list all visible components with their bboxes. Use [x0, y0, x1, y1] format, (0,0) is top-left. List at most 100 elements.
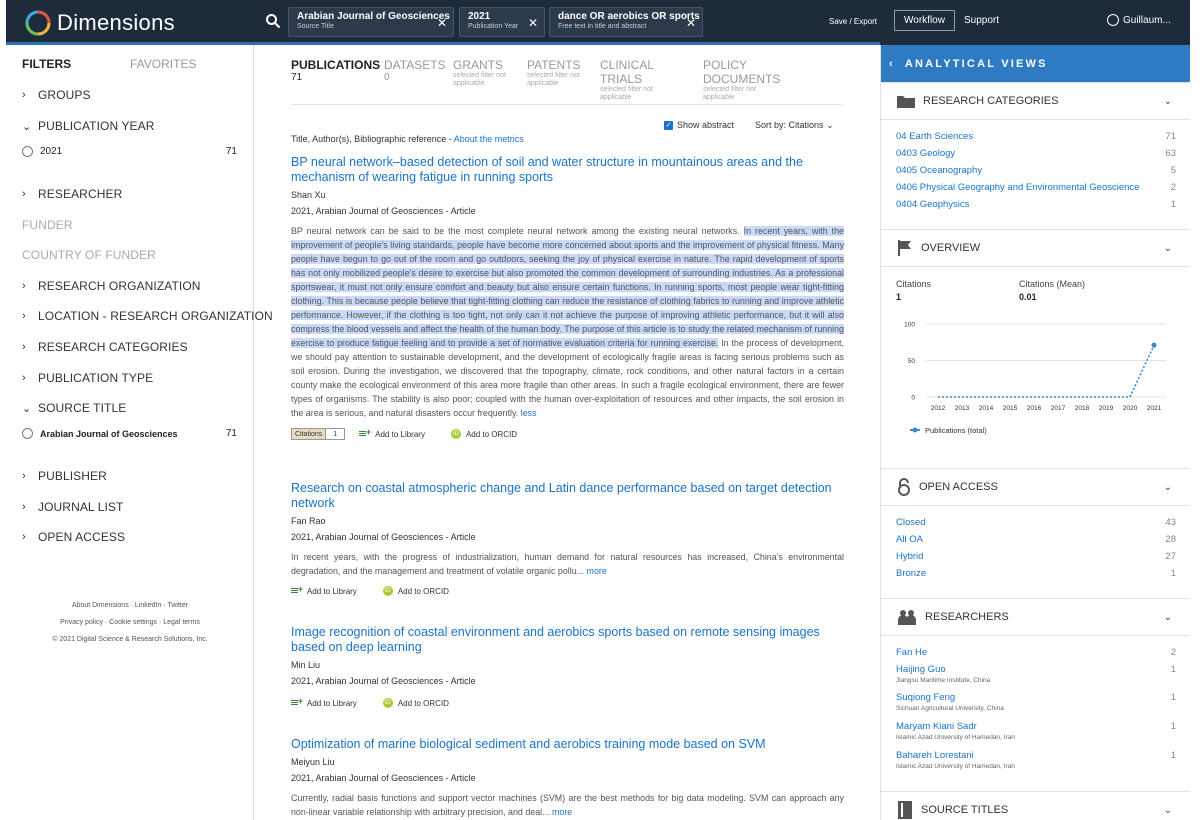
tab-favorites[interactable]: FAVORITES: [130, 57, 196, 71]
publication-author[interactable]: Min Liu: [291, 660, 844, 670]
publication-author[interactable]: Shan Xu: [291, 190, 844, 200]
chevron-right-icon: ›: [22, 188, 26, 200]
filter-group-research-categories[interactable]: › RESEARCH CATEGORIES: [22, 340, 188, 354]
open-access-row[interactable]: Bronze 1: [896, 568, 1176, 579]
dimensions-logo-icon: [25, 10, 51, 36]
researcher-row[interactable]: Haijing Guo Jiangsu Maritime Institute, C…: [896, 664, 1176, 684]
researcher-name[interactable]: Bahareh Lorestani: [896, 750, 974, 761]
publication-author[interactable]: Fan Rao: [291, 516, 844, 526]
open-access-row[interactable]: All OA 28: [896, 534, 1176, 545]
footer-line-about[interactable]: About Dimensions · LinkedIn · Twitter: [6, 597, 254, 614]
section-overview[interactable]: OVERVIEW ⌄: [881, 229, 1190, 267]
analytical-views-header[interactable]: ‹ ANALYTICAL VIEWS: [881, 45, 1190, 82]
filter-group-publisher[interactable]: › PUBLISHER: [22, 469, 107, 483]
workflow-button[interactable]: Workflow: [894, 10, 955, 31]
support-link[interactable]: Support: [964, 15, 999, 26]
researcher-count: 2: [1170, 647, 1176, 658]
add-to-library-button[interactable]: Add to Library: [359, 427, 425, 439]
close-icon[interactable]: ✕: [686, 16, 696, 30]
radio-button[interactable]: [22, 428, 33, 439]
citations-badge[interactable]: Citations 1: [291, 428, 346, 440]
close-icon[interactable]: ✕: [528, 16, 538, 30]
filter-group-location-research-organization[interactable]: › LOCATION - RESEARCH ORGANIZATION: [22, 309, 273, 323]
more-link[interactable]: more: [587, 566, 607, 576]
publication-author[interactable]: Meiyun Liu: [291, 757, 844, 767]
category-row[interactable]: 0406 Physical Geography and Environmenta…: [896, 182, 1176, 193]
category-row[interactable]: 0404 Geophysics 1: [896, 199, 1176, 210]
filter-group-researcher[interactable]: › RESEARCHER: [22, 187, 122, 201]
publication-title[interactable]: Image recognition of coastal environment…: [291, 625, 844, 655]
add-to-orcid-button[interactable]: iD Add to ORCID: [450, 429, 518, 439]
save-export-link[interactable]: Save / Export: [829, 17, 877, 26]
chevron-left-icon[interactable]: ‹: [889, 58, 895, 70]
add-to-library-button[interactable]: Add to Library: [291, 696, 357, 708]
filter-chip-source-title[interactable]: Arabian Journal of Geosciences Source Ti…: [288, 7, 454, 37]
tab-grants: GRANTS selected filter not applicable: [453, 58, 518, 88]
add-to-orcid-button[interactable]: iD Add to ORCID: [382, 586, 449, 596]
filter-chip-free-text[interactable]: dance OR aerobics OR sports Free text in…: [549, 7, 703, 37]
more-link[interactable]: more: [552, 807, 572, 817]
radio-button[interactable]: [22, 146, 33, 157]
filter-group-publication-type[interactable]: › PUBLICATION TYPE: [22, 371, 153, 385]
filter-option-2021[interactable]: 2021 71: [22, 146, 237, 157]
tab-datasets[interactable]: DATASETS 0: [384, 58, 446, 83]
category-name[interactable]: 04 Earth Sciences: [896, 131, 973, 142]
filter-option-arabian-journal[interactable]: Arabian Journal of Geosciences 71: [22, 428, 237, 439]
category-row[interactable]: 0405 Oceanography 5: [896, 165, 1176, 176]
user-menu[interactable]: Guillaum...: [1107, 14, 1171, 26]
filter-group-research-organization[interactable]: › RESEARCH ORGANIZATION: [22, 279, 201, 293]
show-abstract-toggle[interactable]: ✓ Show abstract: [664, 120, 734, 130]
researcher-row[interactable]: Bahareh Lorestani Islamic Azad University…: [896, 750, 1176, 770]
section-open-access[interactable]: OPEN ACCESS ⌄: [881, 468, 1190, 506]
open-access-type[interactable]: Bronze: [896, 568, 926, 579]
filter-group-publication-year[interactable]: ⌄ PUBLICATION YEAR: [22, 119, 155, 133]
category-name[interactable]: 0404 Geophysics: [896, 199, 969, 210]
open-access-row[interactable]: Hybrid 27: [896, 551, 1176, 562]
close-icon[interactable]: ✕: [437, 16, 447, 30]
less-link[interactable]: less: [521, 408, 537, 418]
sort-control[interactable]: Sort by: Citations ⌄: [755, 120, 834, 131]
section-source-titles[interactable]: SOURCE TITLES ⌄: [881, 791, 1190, 820]
about-metrics-link[interactable]: About the metrics: [454, 134, 524, 144]
sort-value[interactable]: Citations: [789, 120, 824, 130]
brand-name: Dimensions: [57, 10, 175, 35]
open-access-type[interactable]: Closed: [896, 517, 926, 528]
publication-title[interactable]: Optimization of marine biological sedime…: [291, 737, 844, 752]
add-orcid-label: Add to ORCID: [465, 429, 518, 439]
tabs-divider: [291, 104, 842, 105]
footer-line-legal[interactable]: Privacy policy · Cookie settings · Legal…: [6, 614, 254, 631]
open-access-row[interactable]: Closed 43: [896, 517, 1176, 528]
add-to-orcid-button[interactable]: iD Add to ORCID: [382, 698, 449, 708]
publication-title[interactable]: Research on coastal atmospheric change a…: [291, 481, 844, 511]
filter-group-open-access[interactable]: › OPEN ACCESS: [22, 530, 125, 544]
category-name[interactable]: 0406 Physical Geography and Environmenta…: [896, 182, 1139, 193]
user-name: Guillaum...: [1123, 14, 1171, 26]
filter-group-journal-list[interactable]: › JOURNAL LIST: [22, 500, 123, 514]
open-access-type[interactable]: All OA: [896, 534, 923, 545]
section-researchers[interactable]: RESEARCHERS ⌄: [881, 598, 1190, 636]
category-row[interactable]: 04 Earth Sciences 71: [896, 131, 1176, 142]
open-access-type[interactable]: Hybrid: [896, 551, 923, 562]
chart-x-tick-label: 2017: [1051, 405, 1066, 412]
filter-group-source-title[interactable]: ⌄ SOURCE TITLE: [22, 401, 126, 415]
checkbox-checked-icon[interactable]: ✓: [664, 120, 673, 130]
add-to-library-button[interactable]: Add to Library: [291, 584, 357, 596]
filter-chip-publication-year[interactable]: 2021 Publication Year ✕: [459, 7, 545, 37]
tab-filters[interactable]: FILTERS: [22, 57, 71, 71]
dimensions-logo[interactable]: Dimensions: [25, 10, 175, 36]
search-icon[interactable]: [265, 13, 281, 29]
category-name[interactable]: 0403 Geology: [896, 148, 955, 159]
researcher-row[interactable]: Fan He 2: [896, 647, 1176, 658]
researcher-row[interactable]: Suqiong Feng Sichuan Agricultural Univers…: [896, 692, 1176, 712]
category-row[interactable]: 0403 Geology 63: [896, 148, 1176, 159]
section-research-categories[interactable]: RESEARCH CATEGORIES ⌄: [881, 82, 1190, 120]
category-name[interactable]: 0405 Oceanography: [896, 165, 982, 176]
filter-group-groups[interactable]: › GROUPS: [22, 88, 91, 102]
publication-title[interactable]: BP neural network–based detection of soi…: [291, 155, 844, 185]
researcher-row[interactable]: Maryam Kiani Sadr Islamic Azad University…: [896, 721, 1176, 741]
researcher-name[interactable]: Fan He: [896, 647, 927, 658]
tab-publications[interactable]: PUBLICATIONS 71: [291, 58, 380, 83]
researcher-name[interactable]: Haijing Guo: [896, 664, 946, 675]
researcher-name[interactable]: Maryam Kiani Sadr: [896, 721, 977, 732]
researcher-name[interactable]: Suqiong Feng: [896, 692, 955, 703]
